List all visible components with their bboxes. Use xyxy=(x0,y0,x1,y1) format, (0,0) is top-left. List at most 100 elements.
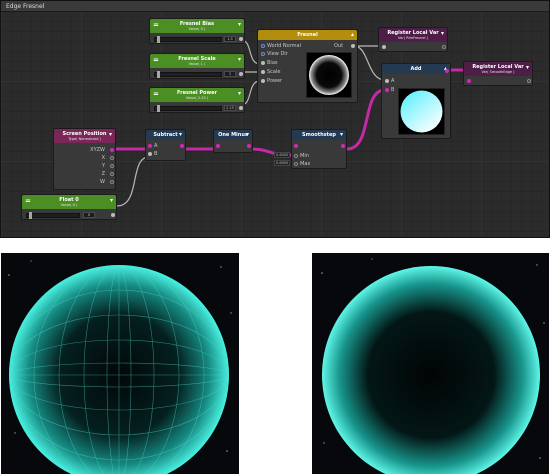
chevron-down-icon[interactable]: ▾ xyxy=(238,57,241,63)
fresnel-power-value[interactable]: 2.25 xyxy=(224,105,236,111)
world-normal-port[interactable] xyxy=(261,44,265,48)
chevron-down-icon[interactable]: ▾ xyxy=(441,31,444,37)
one-minus-output-port[interactable] xyxy=(247,144,251,148)
fresnel-power-node[interactable]: = Fresnel Power Value( 2.25 ) ▾ 2.25 xyxy=(149,87,245,113)
float0-slider[interactable] xyxy=(26,212,80,219)
float0-subtitle: Value( 0 ) xyxy=(60,203,78,207)
smoothstep-node[interactable]: Smoothstep ▾ Min Max xyxy=(291,129,347,169)
register-local-var-smoothedge-node[interactable]: Register Local Var Var( SmoothEdge ) ▾ xyxy=(463,61,533,86)
bias-port[interactable] xyxy=(261,61,265,65)
register-rimfresnel-header[interactable]: Register Local Var Var( RimFresnel ) ▾ xyxy=(379,28,447,42)
fresnel-scale-slider[interactable] xyxy=(154,71,222,78)
subtract-output-port[interactable] xyxy=(180,144,184,148)
register-smoothedge-header[interactable]: Register Local Var Var( SmoothEdge ) ▾ xyxy=(464,62,532,76)
fresnel-power-output-port[interactable] xyxy=(239,106,243,110)
smoothstep-max-value[interactable]: 0.6900 xyxy=(274,160,290,166)
subtract-a-label: A xyxy=(154,143,158,149)
fresnel-power-header[interactable]: = Fresnel Power Value( 2.25 ) ▾ xyxy=(150,88,244,102)
fresnel-bias-output-port[interactable] xyxy=(239,37,243,41)
fresnel-node[interactable]: Fresnel ▴ Out World Normal View Dir Bias… xyxy=(257,29,358,103)
chevron-down-icon[interactable]: ▾ xyxy=(109,132,112,138)
chevron-down-icon[interactable]: ▾ xyxy=(179,132,182,138)
float0-output-port[interactable] xyxy=(111,213,115,217)
one-minus-node[interactable]: One Minus ▾ xyxy=(213,129,253,153)
add-a-port[interactable] xyxy=(385,79,389,83)
slider-knob[interactable] xyxy=(157,36,160,43)
add-output-port[interactable] xyxy=(445,69,449,73)
chevron-up-icon[interactable]: ▴ xyxy=(351,32,354,38)
fresnel-preview-sphere xyxy=(309,55,349,95)
fresnel-bias-value[interactable]: 1.5 xyxy=(224,36,236,42)
equals-icon: = xyxy=(153,56,159,64)
xyzw-port[interactable] xyxy=(110,148,114,152)
fresnel-title: Fresnel xyxy=(297,32,318,38)
chevron-down-icon[interactable]: ▾ xyxy=(110,198,113,204)
fresnel-header[interactable]: Fresnel ▴ xyxy=(258,30,357,40)
power-port[interactable] xyxy=(261,79,265,83)
fresnel-bias-node[interactable]: = Fresnel Bias Value( 0 ) ▾ 1.5 xyxy=(149,18,245,44)
fresnel-bias-header[interactable]: = Fresnel Bias Value( 0 ) ▾ xyxy=(150,19,244,33)
float0-node[interactable]: = Float 0 Value( 0 ) ▾ 0 xyxy=(21,194,117,220)
slider-knob[interactable] xyxy=(157,71,160,78)
smoothstep-min-port[interactable] xyxy=(294,154,298,158)
y-port[interactable] xyxy=(110,164,114,168)
fresnel-scale-header[interactable]: = Fresnel Scale Value( 1 ) ▾ xyxy=(150,54,244,68)
subtract-b-port[interactable] xyxy=(148,152,152,156)
z-port[interactable] xyxy=(110,172,114,176)
subtract-b-label: B xyxy=(154,151,158,157)
subtract-header[interactable]: Subtract ▾ xyxy=(146,130,185,140)
register-rimfresnel-output-port[interactable] xyxy=(442,45,446,49)
subtract-a-port[interactable] xyxy=(148,144,152,148)
wireframe-sphere-image xyxy=(1,253,239,474)
register-smoothedge-input-port[interactable] xyxy=(467,79,471,83)
fresnel-scale-output-port[interactable] xyxy=(239,72,243,76)
register-rimfresnel-input-port[interactable] xyxy=(382,45,386,49)
fresnel-out-port[interactable] xyxy=(351,44,355,48)
xyzw-label: XYZW xyxy=(90,147,105,153)
add-a-label: A xyxy=(391,78,395,84)
add-header[interactable]: Add ▴ xyxy=(382,64,450,74)
chevron-down-icon[interactable]: ▾ xyxy=(246,132,249,138)
float0-value[interactable]: 0 xyxy=(83,212,95,218)
render-wireframe-sphere xyxy=(1,253,239,474)
fresnel-scale-node[interactable]: = Fresnel Scale Value( 1 ) ▾ 1 xyxy=(149,53,245,79)
w-port[interactable] xyxy=(110,180,114,184)
add-b-port[interactable] xyxy=(385,88,389,92)
fresnel-bias-slider[interactable] xyxy=(154,36,222,43)
fresnel-power-subtitle: Value( 2.25 ) xyxy=(185,96,209,100)
screen-position-header[interactable]: Screen Position Type( Normalized ) ▾ xyxy=(54,129,115,143)
screen-position-node[interactable]: Screen Position Type( Normalized ) ▾ XYZ… xyxy=(53,128,116,190)
register-smoothedge-output-port[interactable] xyxy=(527,79,531,83)
subtract-node[interactable]: Subtract ▾ A B xyxy=(145,129,186,161)
one-minus-input-port[interactable] xyxy=(216,144,220,148)
chevron-down-icon[interactable]: ▾ xyxy=(340,132,343,138)
equals-icon: = xyxy=(153,90,159,98)
w-label: W xyxy=(100,179,105,185)
chevron-down-icon[interactable]: ▾ xyxy=(238,91,241,97)
smoothstep-output-port[interactable] xyxy=(341,144,345,148)
view-dir-port[interactable] xyxy=(261,52,265,56)
chevron-down-icon[interactable]: ▾ xyxy=(238,22,241,28)
slider-knob[interactable] xyxy=(157,105,160,112)
float0-header[interactable]: = Float 0 Value( 0 ) ▾ xyxy=(22,195,116,209)
smoothstep-input-port[interactable] xyxy=(294,144,298,148)
add-node[interactable]: Add ▴ A B xyxy=(381,63,451,139)
fresnel-scale-value[interactable]: 1 xyxy=(224,71,236,77)
fresnel-power-slider[interactable] xyxy=(154,105,222,112)
one-minus-header[interactable]: One Minus ▾ xyxy=(214,130,252,140)
scale-port[interactable] xyxy=(261,70,265,74)
register-local-var-rimfresnel-node[interactable]: Register Local Var Var( RimFresnel ) ▾ xyxy=(378,27,448,52)
smoothstep-header[interactable]: Smoothstep ▾ xyxy=(292,130,346,140)
chevron-down-icon[interactable]: ▾ xyxy=(526,65,529,71)
scale-label: Scale xyxy=(267,69,281,75)
smoothstep-max-label: Max xyxy=(300,161,311,167)
smoothstep-min-value[interactable]: 0.6000 xyxy=(274,152,290,158)
z-label: Z xyxy=(101,171,105,177)
smoothstep-max-port[interactable] xyxy=(294,162,298,166)
wire-float0-subtract xyxy=(116,156,150,207)
register-rimfresnel-subtitle: Var( RimFresnel ) xyxy=(398,36,428,40)
world-normal-label: World Normal xyxy=(267,43,302,49)
node-graph-canvas[interactable]: Edge Fresnel = Fresnel Bias Value( 0 ) ▾ xyxy=(0,0,550,238)
slider-knob[interactable] xyxy=(29,212,32,219)
x-port[interactable] xyxy=(110,156,114,160)
